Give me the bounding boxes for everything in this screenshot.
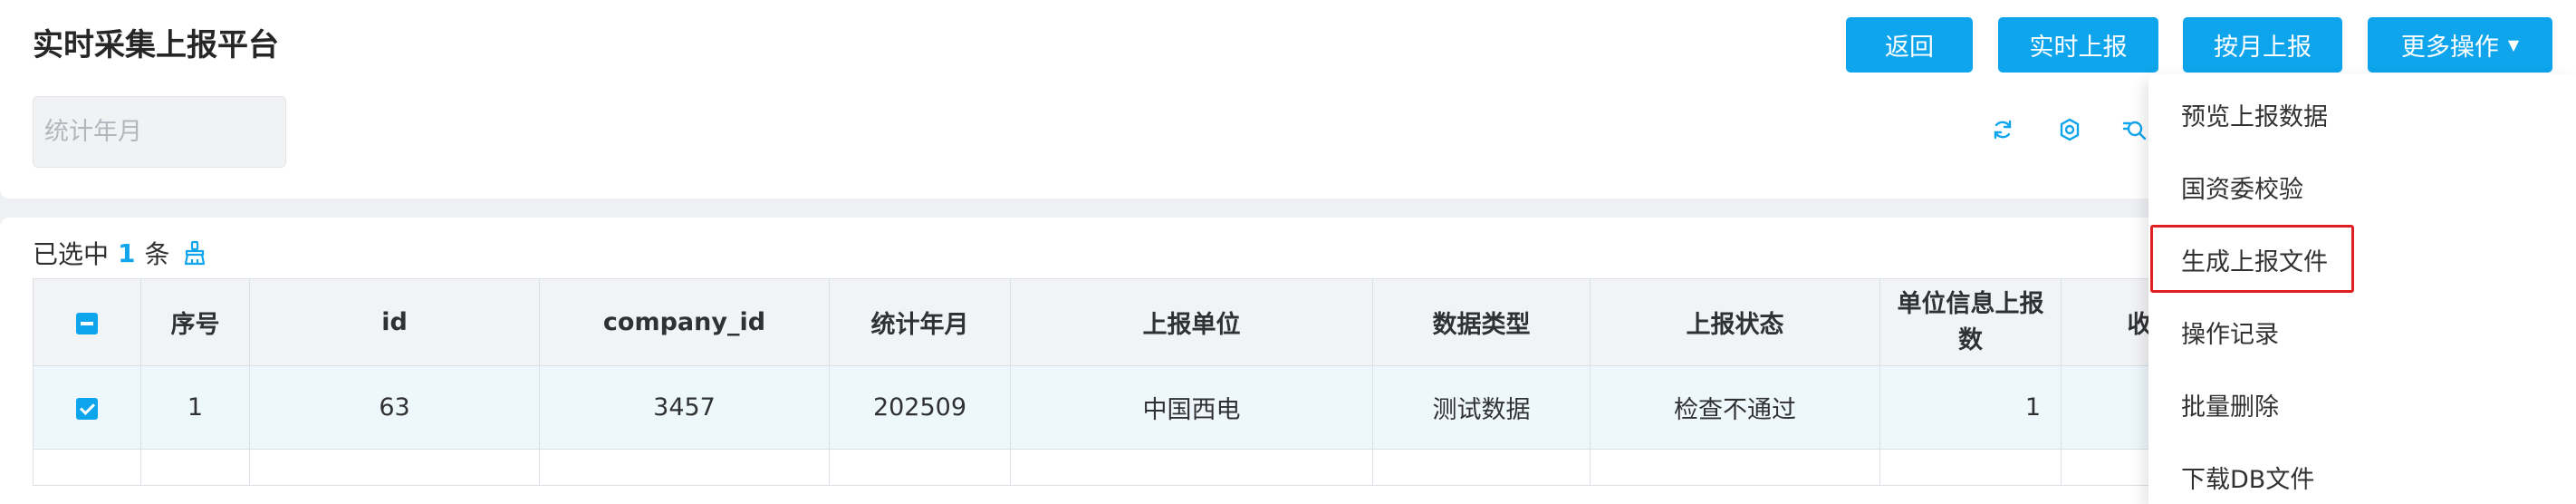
menu-item-download-db-file[interactable]: 下载DB文件: [2181, 462, 2314, 499]
row-select-cell: [33, 365, 141, 450]
partial-cell: [1590, 449, 1880, 486]
row-checkbox[interactable]: [76, 397, 98, 420]
back-button[interactable]: 返回: [1846, 17, 1973, 73]
menu-item-batch-delete[interactable]: 批量删除: [2181, 390, 2279, 426]
partial-cell: [33, 449, 141, 486]
cell-report-status: 检查不通过: [1590, 365, 1880, 450]
cell-unit-info-count: 1: [1879, 365, 2062, 450]
partial-cell: [140, 449, 250, 486]
cell-id: 63: [249, 365, 540, 450]
cell-report-unit: 中国西电: [1010, 365, 1373, 450]
stat-month-input[interactable]: [33, 96, 286, 168]
partial-cell: [1879, 449, 2062, 486]
selection-prefix: 已选中: [33, 239, 110, 269]
data-table: 序号 id company_id 统计年月 上报单位 数据类型 上报状态 单位信…: [33, 278, 2243, 486]
col-header-data-type[interactable]: 数据类型: [1372, 278, 1591, 366]
highlight-box: [2150, 225, 2354, 293]
partial-cell: [1372, 449, 1591, 486]
menu-item-sasac-validate[interactable]: 国资委校验: [2181, 172, 2303, 208]
select-all-checkbox[interactable]: [76, 312, 98, 334]
table-header-row: 序号 id company_id 统计年月 上报单位 数据类型 上报状态 单位信…: [33, 278, 2243, 366]
cell-stat-month: 202509: [829, 365, 1011, 450]
col-header-report-status[interactable]: 上报状态: [1590, 278, 1880, 366]
search-icon[interactable]: [2119, 114, 2150, 145]
cell-data-type: 测试数据: [1372, 365, 1591, 450]
cell-company-id: 3457: [539, 365, 830, 450]
gear-icon[interactable]: [2054, 114, 2085, 145]
col-header-unit-info-count[interactable]: 单位信息上报数: [1879, 278, 2062, 366]
brush-icon[interactable]: [181, 239, 208, 267]
refresh-icon[interactable]: [1987, 114, 2018, 145]
partial-cell: [1010, 449, 1373, 486]
col-header-company-id[interactable]: company_id: [539, 278, 830, 366]
selection-suffix: 条: [144, 239, 170, 269]
selection-count: 1: [118, 237, 136, 268]
selection-info: 已选中 1 条: [33, 237, 170, 270]
more-actions-label: 更多操作: [2400, 34, 2499, 62]
menu-item-preview-data[interactable]: 预览上报数据: [2181, 100, 2328, 136]
partial-cell: [249, 449, 540, 486]
partial-cell: [539, 449, 830, 486]
caret-down-icon: ▼: [2507, 36, 2520, 53]
partial-cell: [829, 449, 1011, 486]
more-actions-button[interactable]: 更多操作 ▼: [2368, 17, 2552, 73]
monthly-report-button[interactable]: 按月上报: [2183, 17, 2342, 73]
col-header-stat-month[interactable]: 统计年月: [829, 278, 1011, 366]
col-header-report-unit[interactable]: 上报单位: [1010, 278, 1373, 366]
realtime-report-button[interactable]: 实时上报: [1998, 17, 2158, 73]
select-all-cell: [33, 278, 141, 366]
table-row[interactable]: 1 63 3457 202509 中国西电 测试数据 检查不通过 1: [33, 365, 2243, 450]
page-title: 实时采集上报平台: [33, 27, 279, 63]
cell-index: 1: [140, 365, 250, 450]
col-header-id[interactable]: id: [249, 278, 540, 366]
col-header-index[interactable]: 序号: [140, 278, 250, 366]
table-row-partial: [33, 449, 2243, 486]
menu-item-operation-log[interactable]: 操作记录: [2181, 317, 2279, 354]
